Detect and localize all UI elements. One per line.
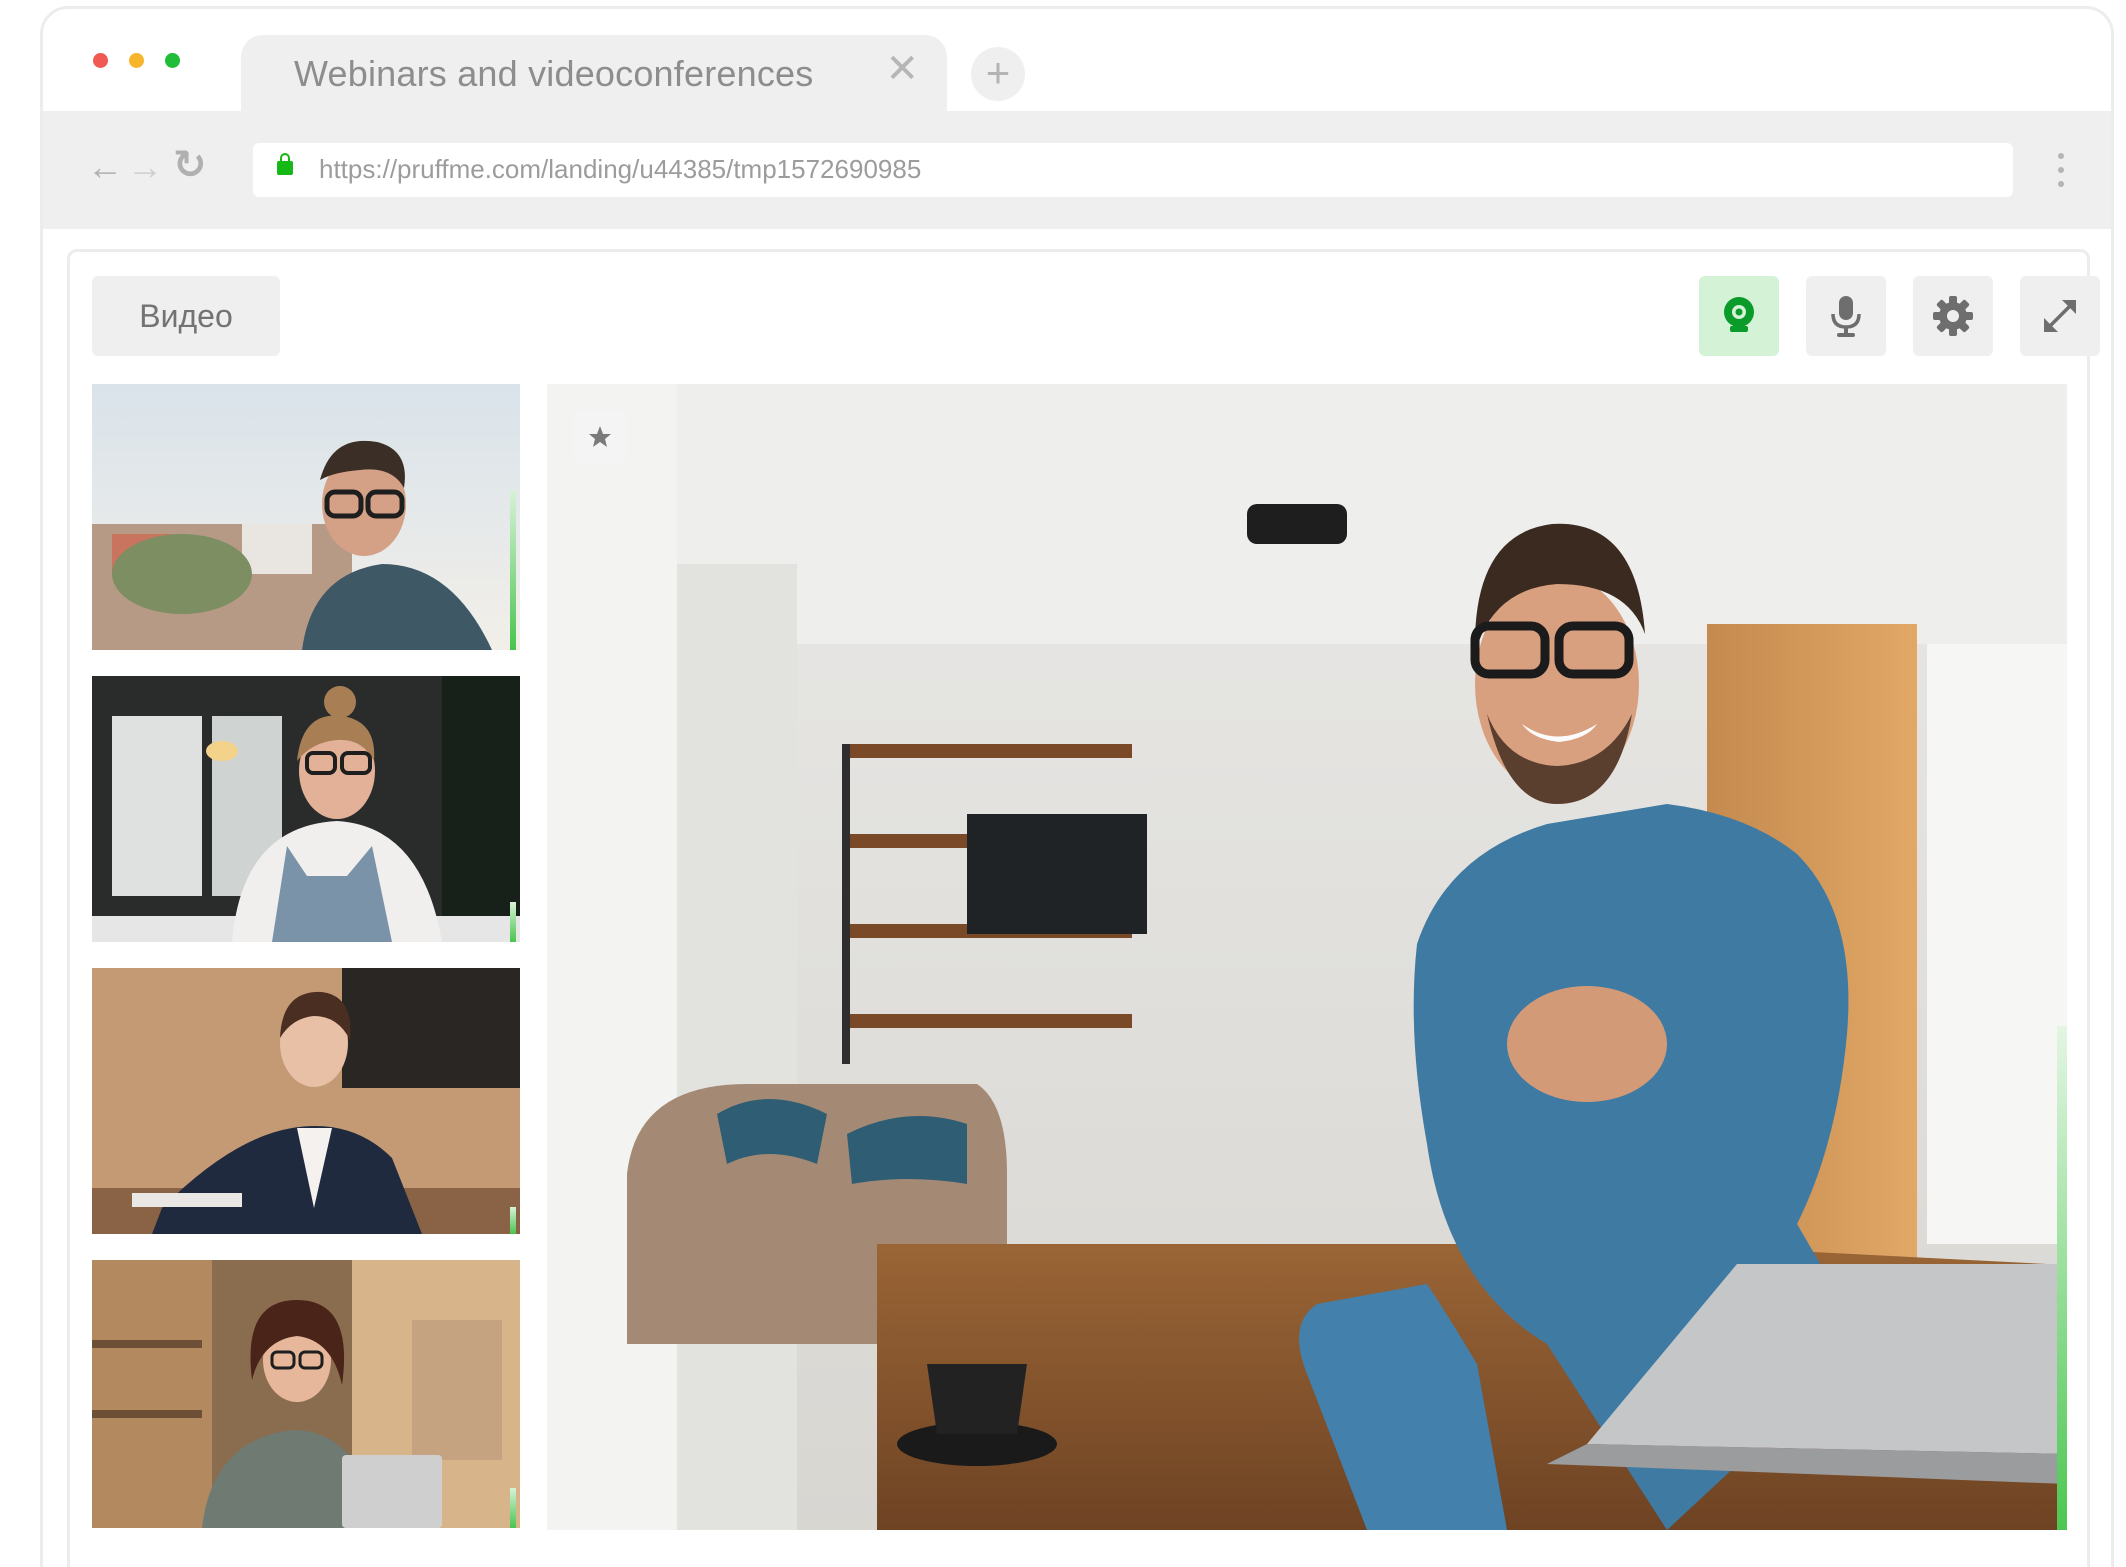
back-arrow-icon[interactable]: ← — [87, 149, 123, 185]
audio-level-indicator — [2057, 1025, 2067, 1530]
audio-level-indicator — [510, 490, 516, 650]
speaker-video[interactable] — [547, 384, 2067, 1530]
audio-level-indicator — [510, 902, 516, 942]
forward-arrow-icon[interactable]: → — [127, 149, 163, 185]
gear-icon — [1933, 296, 1973, 336]
participant-video[interactable] — [92, 676, 520, 942]
address-bar[interactable]: https://pruffme.com/landing/u44385/tmp15… — [253, 143, 2013, 197]
participant-video[interactable] — [92, 384, 520, 650]
tab-title: Webinars and videoconferences — [294, 53, 814, 94]
microphone-icon — [1831, 296, 1861, 337]
star-icon — [589, 426, 611, 447]
maximize-window-button[interactable] — [165, 53, 180, 68]
browser-tab[interactable]: Webinars and videoconferences ✕ — [241, 35, 947, 115]
url-text: https://pruffme.com/landing/u44385/tmp15… — [319, 154, 922, 184]
participant-image — [92, 1260, 520, 1528]
browser-window: Webinars and videoconferences ✕ + ← → ↻ … — [40, 6, 2114, 1567]
conference-panel: Видео — [67, 249, 2100, 1567]
expand-icon — [2044, 300, 2076, 332]
pin-button[interactable] — [574, 411, 626, 463]
minimize-window-button[interactable] — [129, 53, 144, 68]
audio-level-indicator — [510, 1207, 516, 1234]
reload-icon[interactable]: ↻ — [173, 145, 207, 185]
settings-button[interactable] — [1913, 276, 1993, 356]
close-window-button[interactable] — [93, 53, 108, 68]
webcam-button[interactable] — [1699, 276, 1779, 356]
lock-icon — [277, 153, 293, 175]
browser-toolbar: ← → ↻ https://pruffme.com/landing/u44385… — [43, 111, 2111, 229]
participant-image — [92, 676, 520, 942]
participant-video[interactable] — [92, 968, 520, 1234]
participant-video[interactable] — [92, 1260, 520, 1528]
speaker-image — [547, 384, 2067, 1530]
new-tab-button[interactable]: + — [971, 47, 1025, 101]
participant-image — [92, 384, 520, 650]
tab-close-icon[interactable]: ✕ — [885, 49, 919, 89]
participant-image — [92, 968, 520, 1234]
webcam-icon — [1724, 297, 1754, 332]
browser-menu-icon[interactable] — [2058, 153, 2064, 195]
microphone-button[interactable] — [1806, 276, 1886, 356]
tab-bar: Webinars and videoconferences ✕ + — [43, 9, 2111, 115]
audio-level-indicator — [510, 1487, 516, 1528]
video-tab[interactable]: Видео — [92, 276, 280, 356]
fullscreen-button[interactable] — [2020, 276, 2100, 356]
